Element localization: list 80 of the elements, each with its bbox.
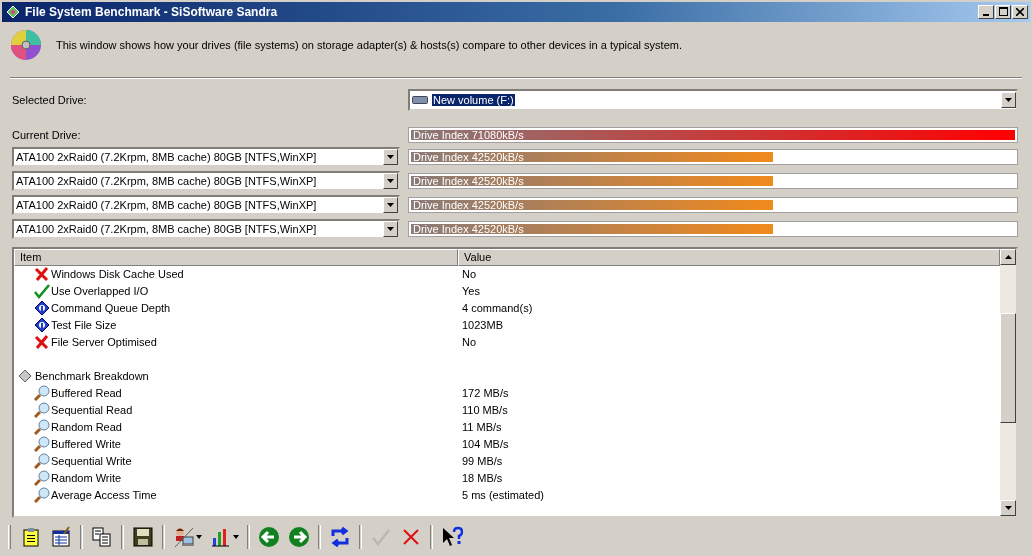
clipboard-icon (20, 526, 42, 548)
selected-drive-label: Selected Drive: (12, 94, 88, 106)
magnifier-icon (34, 487, 50, 504)
help-pointer-icon (441, 526, 463, 548)
value-cell-text: Yes (461, 285, 481, 298)
value-cell-text: 110 MB/s (461, 404, 509, 417)
drive-index-label: Drive Index 42520kB/s (413, 175, 524, 187)
value-cell-text: 104 MB/s (461, 438, 510, 451)
minimize-button[interactable] (978, 4, 994, 19)
magnifier-icon (34, 385, 50, 402)
reference-drive-dropdown[interactable]: ATA100 2xRaid0 (7.2Krpm, 8MB cache) 80GB [NTFS,WinXP] (12, 195, 400, 215)
item-cell: Use Overlapped I/O (51, 285, 149, 298)
caret-icon (233, 535, 239, 539)
item-cell: Buffered Read (51, 387, 122, 400)
item-cell: Test File Size (51, 319, 117, 332)
reference-drive-dropdown[interactable]: ATA100 2xRaid0 (7.2Krpm, 8MB cache) 80GB [NTFS,WinXP] (12, 147, 400, 167)
table-icon (50, 526, 72, 548)
value-cell-text: 1023MB (461, 319, 504, 332)
value-cell-text: 4 command(s) (461, 302, 534, 315)
value-cell-text: 172 MB/s (461, 387, 510, 400)
minimize-icon (983, 13, 989, 16)
caret-icon (387, 203, 394, 207)
drive-index-label: Drive Index 42520kB/s (413, 199, 524, 211)
cross-icon (34, 334, 50, 351)
item-cell: Random Write (51, 472, 122, 485)
maximize-button[interactable] (995, 4, 1011, 19)
value-cell-text: No (461, 336, 478, 349)
value-cell-text: No (461, 268, 478, 281)
drive-icon (412, 95, 428, 105)
intro-text: This window shows how your drives (file systems) on storage adapter(s) & hosts(s) compare to other devices in a typical system. (56, 39, 683, 52)
item-cell: Average Access Time (51, 489, 157, 502)
drive-index-label: Drive Index 42520kB/s (413, 151, 524, 163)
drive-index-label: Drive Index 71080kB/s (413, 129, 524, 141)
value-cell-text: 11 MB/s (461, 421, 503, 434)
item-cell: File Server Optimised (51, 336, 157, 349)
window-title: File System Benchmark - SiSoftware Sandra (25, 4, 279, 19)
column-header[interactable]: Value (458, 249, 1000, 266)
info-icon (34, 300, 50, 317)
drive-index-label: Drive Index 42520kB/s (413, 223, 524, 235)
caret-icon (387, 155, 394, 159)
value-cell-text: 5 ms (estimated) (461, 489, 545, 502)
copy-icon (91, 526, 113, 548)
caret-icon (196, 535, 202, 539)
refresh-icon (329, 526, 351, 548)
magnifier-icon (34, 470, 50, 487)
cross-icon (34, 266, 50, 283)
caret-icon (387, 227, 394, 231)
app-icon (5, 3, 21, 20)
item-cell: Buffered Write (51, 438, 121, 451)
maximize-icon (998, 7, 1008, 17)
magnifier-icon (34, 419, 50, 436)
diamond-icon (18, 369, 32, 384)
reference-drive-dropdown[interactable]: ATA100 2xRaid0 (7.2Krpm, 8MB cache) 80GB [NTFS,WinXP] (12, 171, 400, 191)
item-cell: Random Read (51, 421, 122, 434)
group-label: Benchmark Breakdown (35, 370, 149, 383)
checkmark-icon (34, 283, 50, 300)
column-header[interactable]: Item (14, 249, 458, 266)
bar-chart-icon (210, 526, 232, 548)
scrollbar[interactable] (1000, 249, 1016, 516)
user-computer-icon (173, 526, 195, 548)
item-cell: Windows Disk Cache Used (51, 268, 184, 281)
item-cell: Sequential Read (51, 404, 133, 417)
caret-icon (387, 179, 394, 183)
value-cell-text: 99 MB/s (461, 455, 504, 468)
caret-icon (1005, 98, 1012, 102)
close-icon (1016, 7, 1024, 16)
disc-icon (10, 29, 42, 62)
magnifier-icon (34, 402, 50, 419)
current-drive-label: Current Drive: (12, 129, 82, 141)
info-icon (34, 317, 50, 334)
value-cell-text: 18 MB/s (461, 472, 504, 485)
close-button[interactable] (1012, 4, 1028, 19)
caret-icon (1004, 255, 1012, 259)
magnifier-icon (34, 453, 50, 470)
magnifier-icon (34, 436, 50, 453)
item-cell: Command Queue Depth (51, 302, 171, 315)
selected-drive-dropdown[interactable]: New volume (F:) (408, 89, 1018, 111)
item-cell: Sequential Write (51, 455, 132, 468)
reference-drive-dropdown[interactable]: ATA100 2xRaid0 (7.2Krpm, 8MB cache) 80GB [NTFS,WinXP] (12, 219, 400, 239)
caret-icon (1004, 506, 1012, 510)
